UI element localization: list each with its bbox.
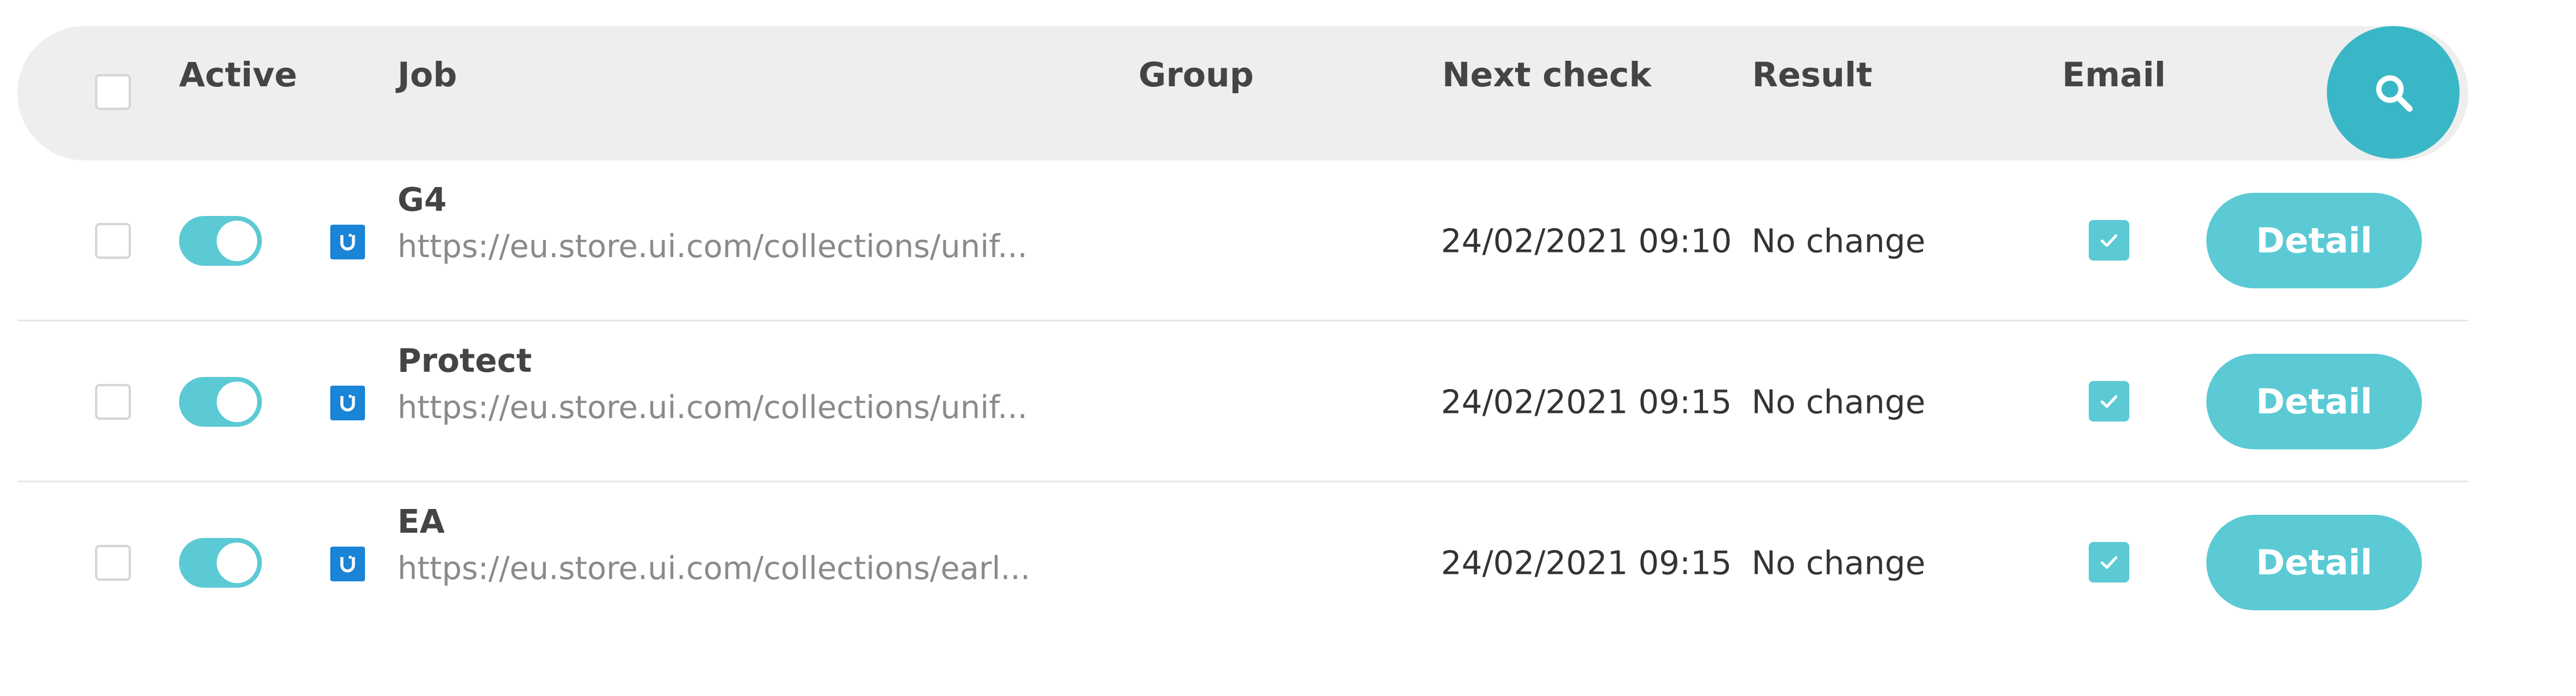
job-url[interactable]: https://eu.store.ui.com/collections/unif… bbox=[397, 389, 1027, 426]
job-name[interactable]: Protect bbox=[397, 342, 532, 380]
column-header-active[interactable]: Active bbox=[179, 55, 297, 94]
row-select-checkbox[interactable] bbox=[95, 384, 131, 420]
toggle-knob bbox=[217, 543, 257, 583]
result-status: No change bbox=[1752, 222, 1926, 261]
checkmark-icon bbox=[2100, 556, 2118, 569]
search-button[interactable] bbox=[2327, 26, 2460, 159]
active-toggle[interactable] bbox=[179, 538, 262, 588]
table-row: EA https://eu.store.ui.com/collections/e… bbox=[17, 482, 2468, 643]
next-check-time: 24/02/2021 09:15 bbox=[1441, 544, 1732, 583]
checkmark-icon bbox=[2100, 234, 2118, 247]
table-row: Protect https://eu.store.ui.com/collecti… bbox=[17, 321, 2468, 482]
checkmark-icon bbox=[2100, 395, 2118, 408]
column-header-result[interactable]: Result bbox=[1752, 55, 1872, 94]
detail-button[interactable]: Detail bbox=[2206, 515, 2422, 610]
detail-button[interactable]: Detail bbox=[2206, 193, 2422, 288]
email-checkbox[interactable] bbox=[2089, 542, 2129, 583]
result-status: No change bbox=[1752, 544, 1926, 583]
column-header-job[interactable]: Job bbox=[397, 55, 457, 94]
site-logo-icon bbox=[330, 386, 365, 420]
toggle-knob bbox=[217, 382, 257, 422]
job-name[interactable]: EA bbox=[397, 503, 445, 541]
site-logo-icon bbox=[330, 225, 365, 259]
row-select-checkbox[interactable] bbox=[95, 223, 131, 259]
site-logo-icon bbox=[330, 547, 365, 581]
select-all-checkbox[interactable] bbox=[95, 74, 131, 110]
job-url[interactable]: https://eu.store.ui.com/collections/unif… bbox=[397, 228, 1027, 265]
search-icon bbox=[2376, 75, 2413, 112]
row-select-checkbox[interactable] bbox=[95, 545, 131, 581]
job-url[interactable]: https://eu.store.ui.com/collections/earl… bbox=[397, 550, 1030, 587]
toggle-knob bbox=[217, 221, 257, 261]
email-checkbox[interactable] bbox=[2089, 381, 2129, 422]
active-toggle[interactable] bbox=[179, 216, 262, 266]
job-name[interactable]: G4 bbox=[397, 181, 447, 219]
ui-logo-glyph bbox=[340, 395, 355, 412]
ui-logo-glyph bbox=[340, 234, 355, 251]
result-status: No change bbox=[1752, 383, 1926, 422]
job-list-page: Active Job Group Next check Result Email… bbox=[0, 0, 2576, 696]
column-header-next-check[interactable]: Next check bbox=[1442, 55, 1651, 94]
ui-logo-glyph bbox=[340, 556, 355, 573]
active-toggle[interactable] bbox=[179, 377, 262, 427]
next-check-time: 24/02/2021 09:15 bbox=[1441, 383, 1732, 422]
email-checkbox[interactable] bbox=[2089, 220, 2129, 261]
column-header-email[interactable]: Email bbox=[2062, 55, 2166, 94]
column-header-group[interactable]: Group bbox=[1139, 55, 1254, 94]
detail-button[interactable]: Detail bbox=[2206, 354, 2422, 449]
table-row: G4 https://eu.store.ui.com/collections/u… bbox=[17, 160, 2468, 321]
next-check-time: 24/02/2021 09:10 bbox=[1441, 222, 1732, 261]
